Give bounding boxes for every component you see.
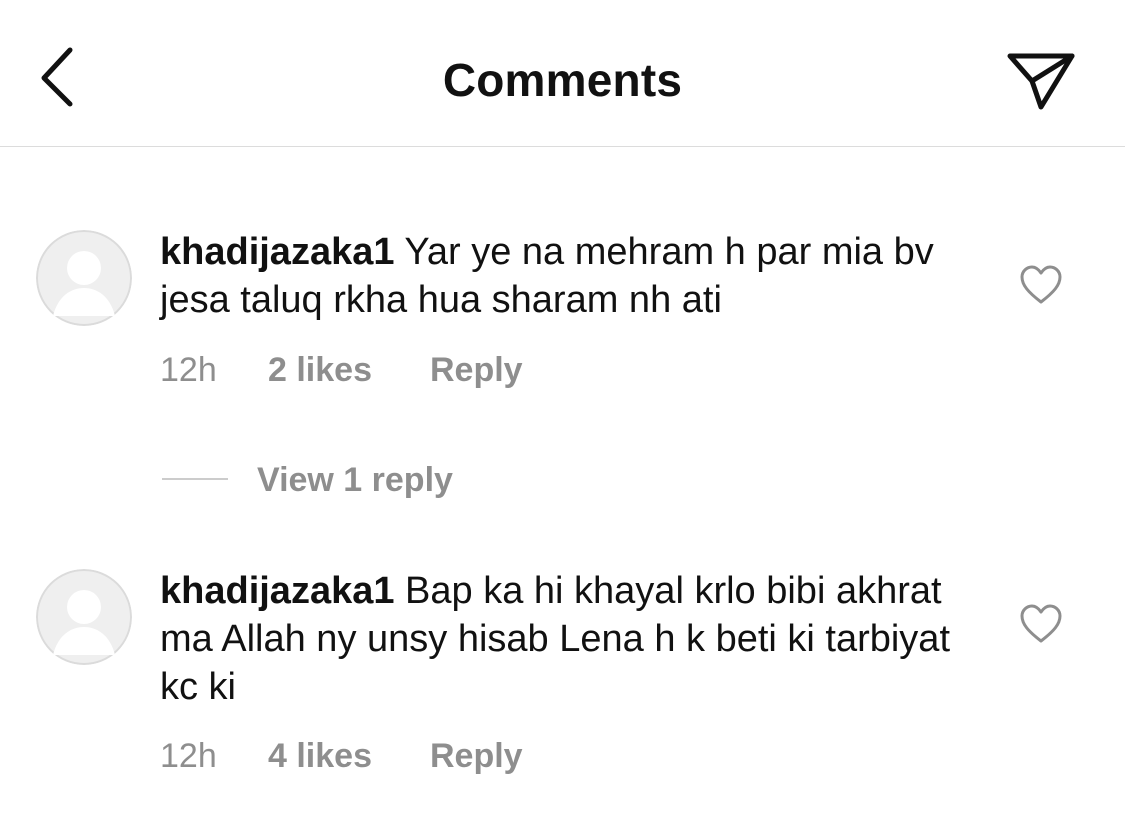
comment-time: 12h bbox=[160, 737, 217, 775]
share-button[interactable] bbox=[1002, 44, 1082, 116]
default-avatar-icon bbox=[36, 569, 132, 665]
like-button[interactable] bbox=[1018, 264, 1064, 306]
like-button[interactable] bbox=[1018, 603, 1064, 645]
reply-button[interactable]: Reply bbox=[430, 734, 523, 778]
comment-username[interactable]: khadijazaka1 bbox=[160, 570, 394, 612]
reply-button[interactable]: Reply bbox=[430, 348, 523, 392]
avatar[interactable] bbox=[36, 230, 132, 326]
reply-divider-line bbox=[162, 478, 228, 480]
comment-meta: 12h 4 likes Reply bbox=[160, 734, 523, 778]
comment-body: khadijazaka1 Yar ye na mehram h par mia … bbox=[160, 228, 960, 324]
default-avatar-icon bbox=[36, 230, 132, 326]
comment-time: 12h bbox=[160, 351, 217, 389]
comment-username[interactable]: khadijazaka1 bbox=[160, 231, 394, 273]
comment-body: khadijazaka1 Bap ka hi khayal krlo bibi … bbox=[160, 567, 960, 711]
heart-icon bbox=[1020, 604, 1062, 643]
avatar[interactable] bbox=[36, 569, 132, 665]
heart-icon bbox=[1020, 265, 1062, 304]
comment-meta: 12h 2 likes Reply bbox=[160, 348, 523, 392]
comment-likes[interactable]: 4 likes bbox=[268, 734, 430, 778]
paper-plane-icon bbox=[1007, 53, 1075, 110]
header-bar: Comments bbox=[0, 0, 1125, 147]
comment-likes[interactable]: 2 likes bbox=[268, 348, 430, 392]
view-replies-label: View 1 reply bbox=[257, 461, 453, 499]
page-title: Comments bbox=[442, 54, 683, 106]
